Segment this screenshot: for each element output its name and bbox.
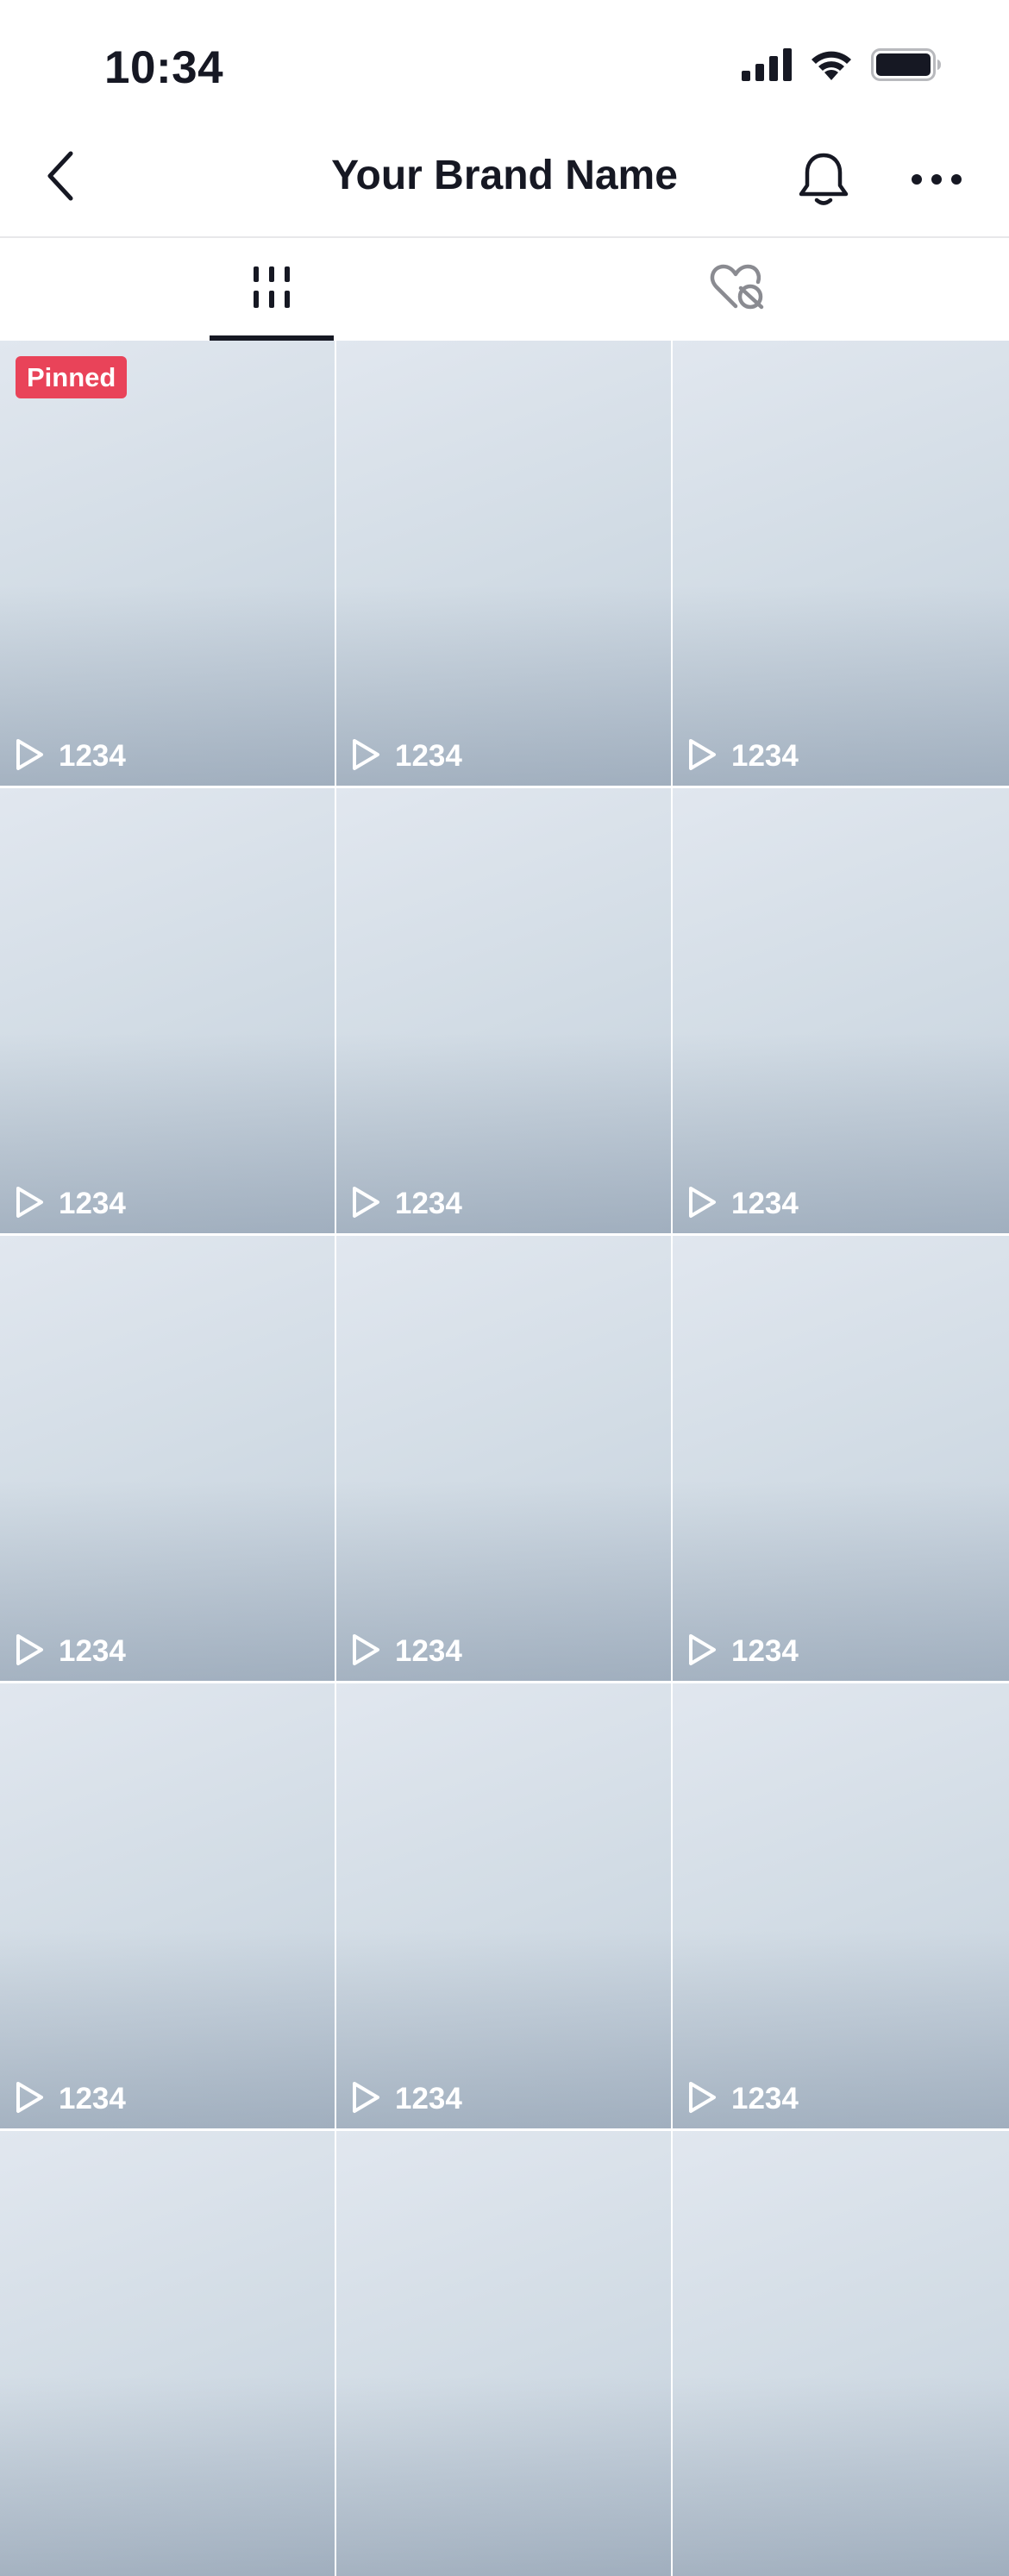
view-count-label: 1234 <box>731 1634 799 1668</box>
view-count-label: 1234 <box>395 739 462 773</box>
play-outline-icon <box>686 1633 718 1671</box>
grid-icon <box>252 265 291 314</box>
profile-tabs <box>0 238 1009 341</box>
more-options-button[interactable] <box>902 147 971 216</box>
view-count: 1234 <box>686 737 799 776</box>
header: Your Brand Name <box>0 129 1009 238</box>
view-count-label: 1234 <box>395 1634 462 1668</box>
video-thumbnail[interactable]: 1234 <box>336 1683 671 2128</box>
battery-icon <box>871 47 942 85</box>
view-count: 1234 <box>350 1633 462 1671</box>
view-count-label: 1234 <box>59 1634 126 1668</box>
play-outline-icon <box>14 1185 45 1224</box>
video-thumbnail[interactable]: 1234 <box>336 341 671 786</box>
view-count: 1234 <box>14 737 126 776</box>
view-count: 1234 <box>686 1185 799 1224</box>
view-count-label: 1234 <box>731 2082 799 2115</box>
play-outline-icon <box>14 2080 45 2119</box>
view-count-label: 1234 <box>731 739 799 773</box>
video-thumbnail[interactable]: 1234 <box>673 1683 1009 2128</box>
video-grid: Pinned 1234 1234 1234 1234 1234 1234 1234 1234 12… <box>0 341 1009 2576</box>
video-thumbnail[interactable]: Pinned 1234 <box>0 341 335 786</box>
view-count: 1234 <box>14 2080 126 2119</box>
notifications-button[interactable] <box>789 147 858 216</box>
video-thumbnail[interactable] <box>336 2131 671 2576</box>
view-count-label: 1234 <box>395 1187 462 1220</box>
view-count: 1234 <box>350 1185 462 1224</box>
play-outline-icon <box>14 737 45 776</box>
bell-icon <box>797 151 850 212</box>
view-count-label: 1234 <box>59 2082 126 2115</box>
status-icons <box>742 47 942 85</box>
play-outline-icon <box>350 1633 381 1671</box>
play-outline-icon <box>350 2080 381 2119</box>
cellular-signal-icon <box>742 47 792 85</box>
play-outline-icon <box>686 737 718 776</box>
video-thumbnail[interactable]: 1234 <box>673 788 1009 1233</box>
view-count-label: 1234 <box>731 1187 799 1220</box>
play-outline-icon <box>14 1633 45 1671</box>
heart-hidden-icon <box>710 263 765 316</box>
video-thumbnail[interactable]: 1234 <box>0 1683 335 2128</box>
pinned-badge: Pinned <box>16 356 128 398</box>
play-outline-icon <box>350 1185 381 1224</box>
video-thumbnail[interactable]: 1234 <box>336 1236 671 1681</box>
video-thumbnail[interactable]: 1234 <box>673 1236 1009 1681</box>
view-count: 1234 <box>14 1185 126 1224</box>
play-outline-icon <box>686 2080 718 2119</box>
view-count: 1234 <box>686 1633 799 1671</box>
status-bar: 10:34 <box>0 0 1009 129</box>
view-count-label: 1234 <box>395 2082 462 2115</box>
video-thumbnail[interactable] <box>0 2131 335 2576</box>
video-thumbnail[interactable]: 1234 <box>673 341 1009 786</box>
play-outline-icon <box>350 737 381 776</box>
wifi-icon <box>809 48 854 85</box>
video-thumbnail[interactable]: 1234 <box>0 1236 335 1681</box>
view-count: 1234 <box>14 1633 126 1671</box>
status-time: 10:34 <box>104 42 224 93</box>
view-count: 1234 <box>350 2080 462 2119</box>
view-count-label: 1234 <box>59 739 126 773</box>
video-thumbnail[interactable]: 1234 <box>0 788 335 1233</box>
tab-liked-videos[interactable] <box>466 238 1009 341</box>
video-thumbnail[interactable] <box>673 2131 1009 2576</box>
view-count-label: 1234 <box>59 1187 126 1220</box>
more-horizontal-icon <box>911 173 962 190</box>
tab-videos[interactable] <box>0 238 543 341</box>
play-outline-icon <box>686 1185 718 1224</box>
view-count: 1234 <box>350 737 462 776</box>
view-count: 1234 <box>686 2080 799 2119</box>
video-thumbnail[interactable]: 1234 <box>336 788 671 1233</box>
